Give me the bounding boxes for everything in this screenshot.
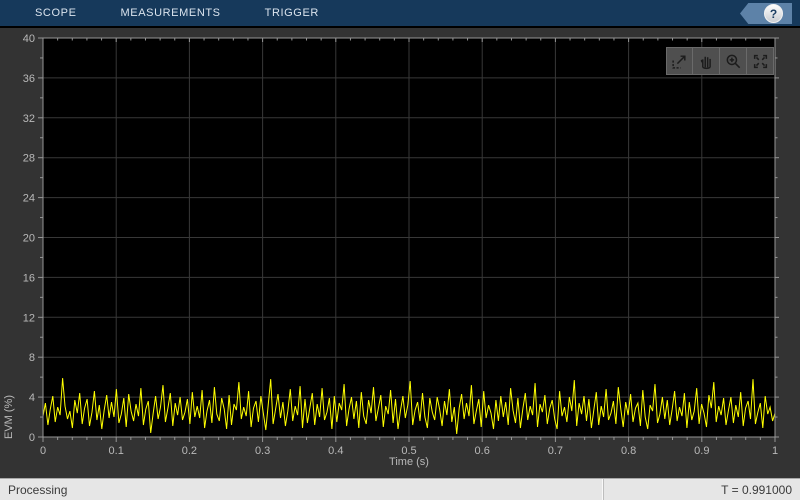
plot-toolbar — [666, 47, 774, 75]
tab-scope[interactable]: SCOPE — [0, 0, 99, 26]
tab-measurements[interactable]: MEASUREMENTS — [99, 0, 243, 26]
svg-text:32: 32 — [23, 113, 35, 125]
svg-text:8: 8 — [29, 352, 35, 364]
simulation-time: T = 0.991000 — [721, 482, 792, 497]
zoom-in-button[interactable] — [720, 47, 747, 75]
svg-text:40: 40 — [23, 33, 35, 45]
export-to-figure-button[interactable] — [666, 47, 693, 75]
x-axis-label: Time (s) — [389, 456, 429, 468]
fit-to-view-icon — [753, 54, 767, 68]
scope-chart: 0 0.1 0.2 0.3 0.4 0.5 0.6 0.7 0.8 0.9 104812162024… — [23, 33, 779, 457]
plot-region: 0 0.1 0.2 0.3 0.4 0.5 0.6 0.7 0.8 0.9 1 0 4 8 12 16 20 24… — [0, 30, 800, 478]
svg-text:0: 0 — [29, 432, 35, 444]
zoom-in-icon — [726, 54, 740, 68]
svg-text:36: 36 — [23, 73, 35, 85]
svg-text:24: 24 — [23, 193, 35, 205]
svg-text:12: 12 — [23, 312, 35, 324]
help-area: ? — [740, 3, 792, 24]
tab-bar: SCOPE MEASUREMENTS TRIGGER ? — [0, 0, 800, 28]
tab-trigger[interactable]: TRIGGER — [243, 0, 341, 26]
export-icon — [672, 54, 686, 69]
svg-text:16: 16 — [23, 272, 35, 284]
pan-button[interactable] — [693, 47, 720, 75]
question-mark-icon: ? — [769, 6, 778, 21]
svg-text:20: 20 — [23, 233, 35, 245]
svg-text:4: 4 — [29, 392, 35, 404]
y-axis-label: EVM (%) — [3, 395, 15, 439]
svg-text:28: 28 — [23, 153, 35, 165]
status-message: Processing — [8, 482, 68, 497]
scope-window: SCOPE MEASUREMENTS TRIGGER ? 0 0.1 0.2 0.3 0… — [0, 0, 800, 500]
help-button[interactable]: ? — [764, 4, 783, 23]
pan-hand-icon — [700, 56, 711, 69]
fit-to-view-button[interactable] — [747, 47, 774, 75]
status-bar: Processing T = 0.991000 — [0, 478, 800, 500]
